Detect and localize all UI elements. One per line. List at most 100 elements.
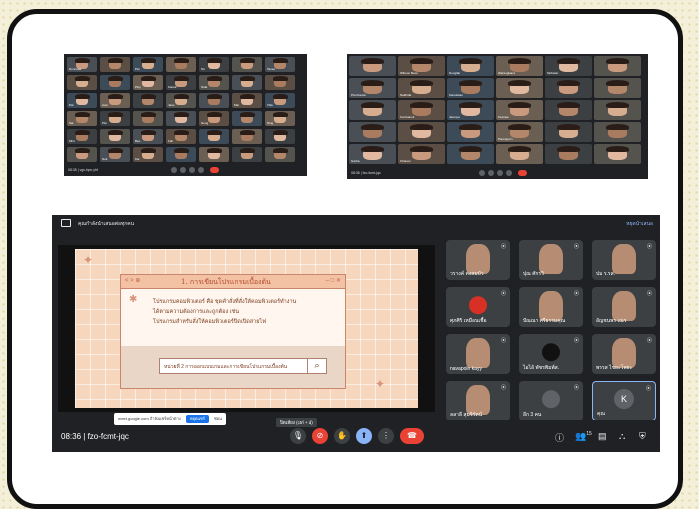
video-tile[interactable]: Kanok <box>166 75 196 90</box>
video-tile[interactable] <box>545 144 592 164</box>
participant-tile[interactable]: ⦿ ลลาลี สุมจิรัตน์ <box>446 381 510 421</box>
present-now-button[interactable]: ⬆ <box>356 428 372 444</box>
video-tile[interactable] <box>594 78 641 98</box>
video-tile[interactable] <box>67 147 97 162</box>
mic-button[interactable] <box>171 167 177 173</box>
people-icon[interactable]: 👥15 <box>575 431 592 442</box>
video-tile[interactable] <box>447 122 494 142</box>
more-options-button[interactable]: ⋮ <box>378 428 394 444</box>
participant-tile[interactable]: ⦿ วรางค์ คงสมบัว <box>446 240 510 280</box>
video-tile[interactable] <box>265 129 295 144</box>
video-tile[interactable] <box>496 144 543 164</box>
video-tile[interactable]: Pannaporn <box>496 122 543 142</box>
video-tile[interactable]: Kornkanok <box>398 100 445 120</box>
video-tile[interactable] <box>100 75 130 90</box>
participant-tile[interactable]: ⦿ ศุภศิริ เหมือนเชื้อ <box>446 287 510 327</box>
leave-call-button[interactable] <box>210 167 219 173</box>
video-tile[interactable] <box>447 144 494 164</box>
video-tile[interactable] <box>100 57 130 72</box>
participant-tile[interactable]: ⦿ ปุณ ศักรวิ <box>519 240 583 280</box>
video-tile[interactable] <box>199 147 229 162</box>
video-tile[interactable]: Pat <box>67 93 97 108</box>
video-tile[interactable] <box>232 75 262 90</box>
leave-call-button[interactable] <box>518 170 527 176</box>
video-tile[interactable] <box>349 100 396 120</box>
video-tile[interactable] <box>67 75 97 90</box>
present-button[interactable] <box>198 167 204 173</box>
raise-hand-button[interactable]: ✋ <box>334 428 350 444</box>
video-tile[interactable]: Mint <box>67 129 97 144</box>
video-tile[interactable]: Tanee <box>265 57 295 72</box>
video-tile[interactable]: Sirikwan <box>545 56 592 76</box>
video-tile[interactable] <box>100 129 130 144</box>
video-tile[interactable]: Pim <box>100 111 130 126</box>
video-tile[interactable] <box>232 111 262 126</box>
host-controls-icon[interactable]: ⛨ <box>639 431 646 442</box>
video-tile[interactable]: Kai <box>133 147 163 162</box>
captions-button[interactable] <box>189 167 195 173</box>
stop-sharing-button[interactable]: หยุดแชร์ <box>185 415 209 423</box>
video-tile[interactable] <box>265 147 295 162</box>
video-tile[interactable]: Sucha <box>349 144 396 164</box>
participant-tile[interactable]: ⦿ อีก 3 คน <box>519 381 583 421</box>
video-tile[interactable] <box>594 122 641 142</box>
video-tile[interactable]: Nong <box>199 111 229 126</box>
participant-tile[interactable]: ⦿ ปัณณา ศรีธรรมคุณ <box>519 287 583 327</box>
video-tile[interactable]: Ning <box>265 111 295 126</box>
stop-presenting-button[interactable]: หยุดนำเสนอ <box>626 220 653 228</box>
video-tile[interactable]: Nonglak <box>447 56 494 76</box>
video-tile[interactable]: Jaranya <box>447 100 494 120</box>
hide-notice-button[interactable]: ซ่อน <box>214 416 222 421</box>
participant-tile[interactable]: ⦿ navapoln kayy <box>446 334 510 374</box>
video-tile[interactable]: Ploy <box>133 75 163 90</box>
video-tile[interactable] <box>232 57 262 72</box>
video-tile[interactable]: Kesinee <box>496 100 543 120</box>
video-tile[interactable]: Natthida <box>398 78 445 98</box>
video-tile[interactable] <box>545 122 592 142</box>
video-tile[interactable] <box>545 100 592 120</box>
camera-off-button[interactable]: ⊘ <box>312 428 328 444</box>
video-tile[interactable] <box>166 147 196 162</box>
video-tile[interactable]: Aom <box>100 93 130 108</box>
video-tile[interactable] <box>166 111 196 126</box>
participant-tile[interactable]: ⦿ อัญชนพร เณร <box>592 287 656 327</box>
video-tile[interactable]: Nok <box>100 147 130 162</box>
video-tile[interactable] <box>398 122 445 142</box>
participant-tile[interactable]: ⦿ พรรส ไชยะโพธะ <box>592 334 656 374</box>
captions-button[interactable] <box>497 170 503 176</box>
camera-button[interactable] <box>180 167 186 173</box>
video-tile[interactable]: Pim <box>133 57 163 72</box>
video-tile[interactable]: Tida <box>265 93 295 108</box>
video-tile[interactable] <box>594 144 641 164</box>
video-tile[interactable]: Wiboon Boon <box>398 56 445 76</box>
video-tile[interactable]: Chanan <box>398 144 445 164</box>
info-icon[interactable]: ⓘ <box>555 431 564 444</box>
video-tile[interactable] <box>133 111 163 126</box>
video-tile[interactable] <box>232 129 262 144</box>
video-tile[interactable]: Nit <box>199 57 229 72</box>
video-tile[interactable]: Donnapa <box>67 57 97 72</box>
video-tile[interactable]: Mai <box>232 93 262 108</box>
participant-tile[interactable]: K ⦿ คุณ <box>592 381 656 421</box>
participant-tile[interactable]: ⦿ ไอไอ้ พัชรพิมพ์ส. <box>519 334 583 374</box>
video-tile[interactable] <box>199 93 229 108</box>
video-tile[interactable]: Kanokwan <box>447 78 494 98</box>
present-button[interactable] <box>506 170 512 176</box>
video-tile[interactable]: Nida <box>199 75 229 90</box>
video-tile[interactable]: Warangkana <box>496 56 543 76</box>
video-tile[interactable] <box>349 56 396 76</box>
video-tile[interactable] <box>133 93 163 108</box>
video-tile[interactable] <box>232 147 262 162</box>
camera-button[interactable] <box>488 170 494 176</box>
video-tile[interactable]: Bee <box>133 129 163 144</box>
video-tile[interactable]: Sai <box>67 111 97 126</box>
video-tile[interactable] <box>166 57 196 72</box>
video-tile[interactable] <box>199 129 229 144</box>
chat-icon[interactable]: ▤ <box>598 431 607 442</box>
video-tile[interactable] <box>496 78 543 98</box>
mic-button[interactable] <box>479 170 485 176</box>
video-tile[interactable] <box>349 122 396 142</box>
activities-icon[interactable]: ⛬ <box>619 431 625 442</box>
video-tile[interactable] <box>594 56 641 76</box>
video-tile[interactable]: Jane <box>166 93 196 108</box>
